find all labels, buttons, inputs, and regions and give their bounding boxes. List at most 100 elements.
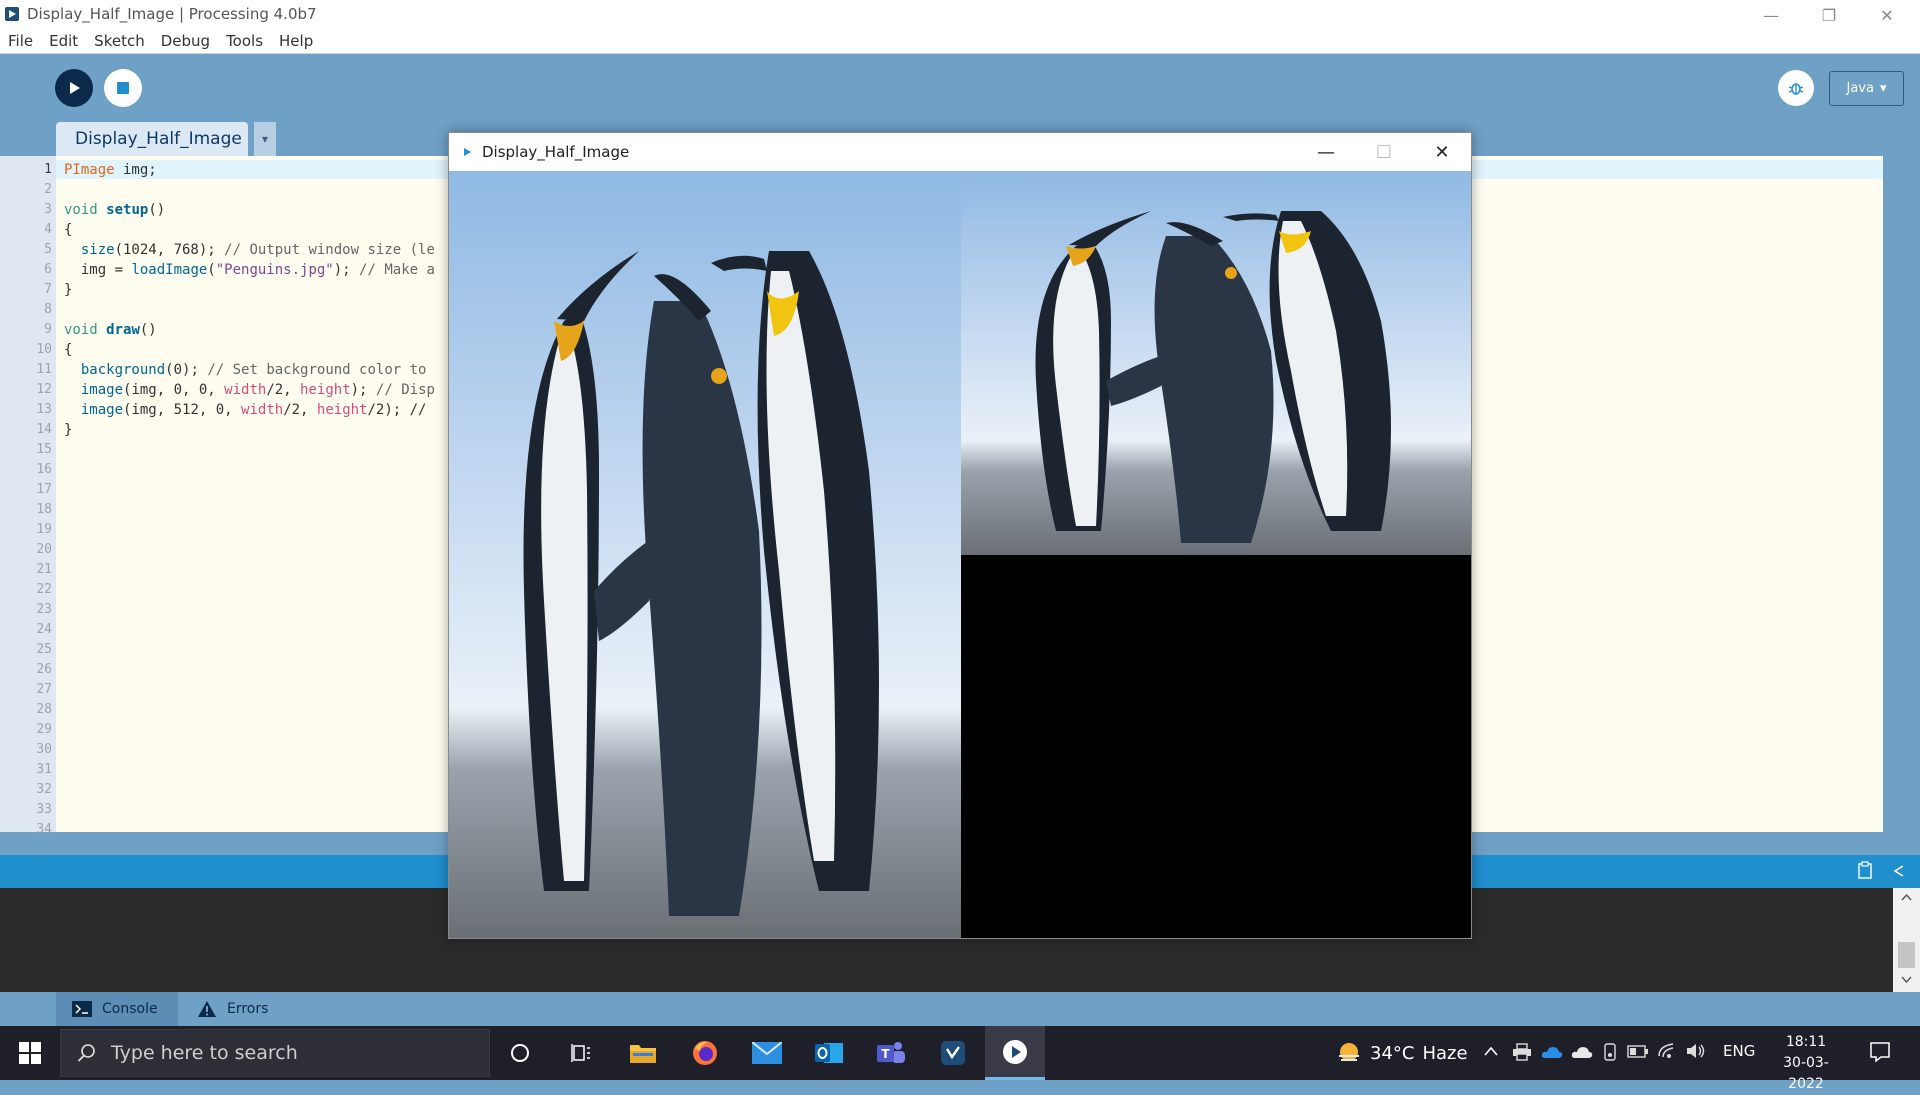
penguins-image-full-height <box>449 171 961 938</box>
collapse-console-icon[interactable] <box>1892 864 1906 878</box>
line-number: 27 <box>36 682 52 697</box>
line-number: 30 <box>36 742 52 757</box>
code-line-5: size(1024, 768); // Output window size (… <box>64 240 450 260</box>
wifi-icon[interactable] <box>1657 1042 1677 1060</box>
scroll-down-icon[interactable] <box>1901 976 1912 984</box>
task-view-button[interactable] <box>551 1026 611 1080</box>
mail-icon <box>752 1042 782 1064</box>
stop-button[interactable] <box>104 69 142 107</box>
weather-widget[interactable]: 34°C Haze <box>1336 1040 1468 1066</box>
menu-tools[interactable]: Tools <box>218 30 271 53</box>
tab-errors-label: Errors <box>227 1001 269 1017</box>
line-number: 5 <box>44 242 52 257</box>
close-button[interactable]: ✕ <box>1858 0 1916 30</box>
tab-console[interactable]: Console <box>56 992 178 1026</box>
sketch-maximize-button[interactable]: ☐ <box>1355 133 1413 171</box>
menu-file[interactable]: File <box>0 30 41 53</box>
line-number: 6 <box>44 262 52 277</box>
device-icon[interactable] <box>1602 1043 1618 1061</box>
chevron-down-icon: ▾ <box>1879 81 1887 96</box>
scroll-up-icon[interactable] <box>1901 893 1912 901</box>
weather-temperature: 34°C <box>1370 1042 1415 1064</box>
code-token: height <box>316 402 368 418</box>
line-number: 28 <box>36 702 52 717</box>
taskbar-firefox[interactable] <box>675 1026 735 1080</box>
code-line-6: img = loadImage("Penguins.jpg"); // Make… <box>64 260 450 280</box>
line-number: 16 <box>36 462 52 477</box>
menu-sketch[interactable]: Sketch <box>86 30 153 53</box>
line-number: 31 <box>36 762 52 777</box>
start-button[interactable] <box>0 1026 60 1080</box>
scroll-thumb[interactable] <box>1898 942 1915 968</box>
copy-console-icon[interactable] <box>1856 861 1876 881</box>
show-hidden-icons-chevron-icon[interactable] <box>1484 1046 1498 1056</box>
code-token: void <box>64 202 98 218</box>
cortana-button[interactable] <box>490 1026 550 1080</box>
minimize-button[interactable]: — <box>1742 0 1800 30</box>
line-number: 10 <box>36 342 52 357</box>
line-number: 8 <box>44 302 52 317</box>
menu-edit[interactable]: Edit <box>41 30 86 53</box>
code-token: width <box>241 402 284 418</box>
menu-bar: File Edit Sketch Debug Tools Help <box>0 30 1920 54</box>
menu-debug[interactable]: Debug <box>153 30 218 53</box>
taskbar-app-blue[interactable] <box>923 1026 983 1080</box>
tab-menu-button[interactable]: ▾ <box>254 122 276 156</box>
task-view-icon <box>571 1044 590 1062</box>
toolbar: Java ▾ <box>0 54 1920 122</box>
terminal-icon <box>72 1001 92 1017</box>
taskbar-processing[interactable] <box>985 1026 1045 1080</box>
code-token: image <box>80 402 124 418</box>
taskbar-file-explorer[interactable] <box>613 1026 673 1080</box>
taskbar-teams[interactable]: T <box>861 1026 921 1080</box>
console-scrollbar[interactable] <box>1893 888 1920 992</box>
taskbar-outlook[interactable] <box>799 1026 859 1080</box>
clock-time: 18:11 <box>1785 1034 1827 1050</box>
play-icon <box>70 82 80 94</box>
code-line-13: image(img, 512, 0, width/2, height/2); /… <box>64 400 450 420</box>
code-line-7: } <box>64 282 73 298</box>
system-clock[interactable]: 18:11 30-03-2022 <box>1766 1032 1846 1095</box>
stop-icon <box>117 82 129 94</box>
code-token: size <box>80 242 115 258</box>
sketch-output-window[interactable]: Display_Half_Image — ☐ ✕ <box>448 132 1472 939</box>
notifications-icon[interactable] <box>1869 1041 1891 1063</box>
code-comment: // Make a <box>359 262 435 278</box>
code-token: /2); // <box>367 402 427 418</box>
speaker-icon[interactable] <box>1686 1042 1706 1060</box>
line-number: 23 <box>36 602 52 617</box>
printer-icon[interactable] <box>1512 1043 1532 1061</box>
warning-icon <box>198 1001 216 1017</box>
taskbar-search[interactable]: Type here to search <box>60 1029 490 1077</box>
code-line-1: PImage img; <box>64 160 450 180</box>
line-number: 34 <box>36 822 52 837</box>
line-number: 21 <box>36 562 52 577</box>
restore-button[interactable]: ❐ <box>1800 0 1858 30</box>
sketch-close-button[interactable]: ✕ <box>1413 133 1471 171</box>
debug-button[interactable] <box>1778 70 1814 106</box>
code-token: img; <box>114 162 157 178</box>
mode-selector[interactable]: Java ▾ <box>1829 71 1904 106</box>
folder-icon <box>630 1045 656 1063</box>
tab-display-half-image[interactable]: Display_Half_Image <box>56 122 248 156</box>
battery-icon[interactable] <box>1627 1045 1649 1058</box>
run-button[interactable] <box>55 69 93 107</box>
onedrive-white-icon[interactable] <box>1571 1045 1593 1059</box>
code-line-11: background(0); // Set background color t… <box>64 360 450 380</box>
taskbar-mail[interactable] <box>737 1026 797 1080</box>
code-token: width <box>224 382 267 398</box>
language-indicator[interactable]: ENG <box>1723 1042 1755 1060</box>
code-text[interactable]: PImage img; void setup() { size(1024, 76… <box>64 160 450 440</box>
code-token: img = <box>64 262 132 278</box>
menu-help[interactable]: Help <box>271 30 321 53</box>
sketch-minimize-button[interactable]: — <box>1297 133 1355 171</box>
code-token: ); <box>350 382 376 398</box>
onedrive-blue-icon[interactable] <box>1541 1045 1563 1059</box>
tab-errors[interactable]: Errors <box>197 992 307 1026</box>
penguins-image-half-height <box>961 171 1471 555</box>
line-number: 33 <box>36 802 52 817</box>
